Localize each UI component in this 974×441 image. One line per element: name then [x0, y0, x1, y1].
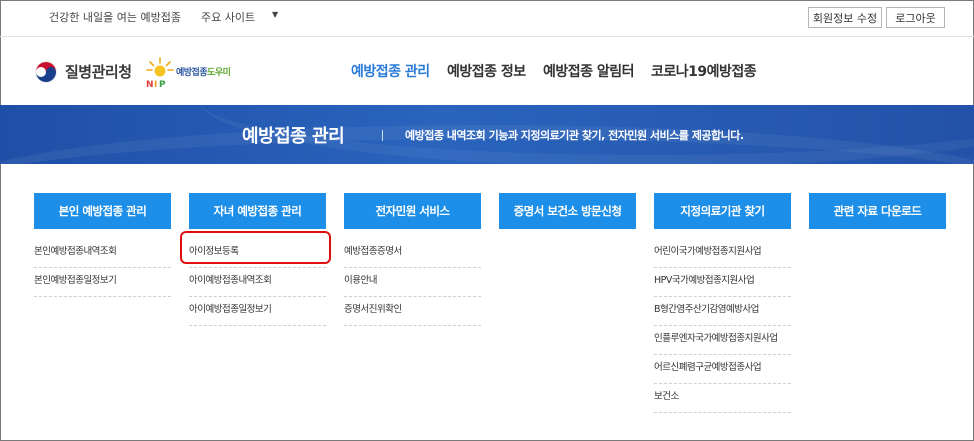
helper-suffix: 도우미: [207, 68, 231, 78]
svg-text:N: N: [146, 80, 154, 89]
menu-column-e-civil-service: 전자민원 서비스 예방접종증명서 이용안내 증명서진위확인: [344, 193, 481, 326]
vaccination-helper-logo-icon[interactable]: N I P: [145, 55, 175, 89]
menu-column-designated-clinics: 지정의료기관 찾기 어린이국가예방접종지원사업 HPV국가예방접종지원사업 B형…: [654, 193, 791, 413]
divider: [172, 11, 173, 24]
caret-down-icon: ▼: [272, 10, 279, 19]
nav-covid19-vaccination[interactable]: 코로나19예방접종: [651, 61, 757, 81]
main-sites-label: 주요 사이트: [201, 11, 256, 24]
menu-item-usage-guide[interactable]: 이용안내: [344, 268, 481, 297]
helper-prefix: 예방접종: [176, 68, 208, 78]
menu-item-hepb-perinatal[interactable]: B형간염주산기감염예방사업: [654, 297, 791, 326]
menu-item-child-schedule[interactable]: 아이예방접종일정보기: [189, 297, 326, 326]
menu-header-e-civil-service[interactable]: 전자민원 서비스: [344, 193, 481, 229]
menu-column-downloads: 관련 자료 다운로드: [809, 193, 946, 229]
menu-list: 아이정보등록 아이예방접종내역조회 아이예방접종일정보기: [189, 239, 326, 326]
nav-vaccination-management[interactable]: 예방접종 관리: [351, 61, 430, 81]
site-header: 질병관리청 N I P 예방접종도우미 예방접종 관리 예방접종 정보 예방접종…: [0, 37, 974, 105]
menu-header-self-vaccination[interactable]: 본인 예방접종 관리: [34, 193, 171, 229]
nav-vaccination-notices[interactable]: 예방접종 알림터: [543, 61, 635, 81]
menu-header-downloads[interactable]: 관련 자료 다운로드: [809, 193, 946, 229]
page-title: 예방접종 관리: [242, 126, 345, 147]
svg-text:P: P: [159, 80, 166, 89]
menu-item-influenza-program[interactable]: 인플루엔자국가예방접종지원사업: [654, 326, 791, 355]
menu-header-child-vaccination[interactable]: 자녀 예방접종 관리: [189, 193, 326, 229]
menu-item-certificate[interactable]: 예방접종증명서: [344, 239, 481, 268]
menu-item-child-history[interactable]: 아이예방접종내역조회: [189, 268, 326, 297]
banner-divider: [382, 130, 383, 141]
menu-header-designated-clinics[interactable]: 지정의료기관 찾기: [654, 193, 791, 229]
vaccination-helper-logo-text[interactable]: 예방접종도우미: [176, 65, 231, 78]
edit-profile-button[interactable]: 회원정보 수정: [808, 7, 882, 28]
page-banner: 예방접종 관리 예방접종 내역조회 기능과 지정의료기관 찾기, 전자민원 서비…: [0, 105, 974, 164]
menu-item-child-register[interactable]: 아이정보등록: [189, 239, 326, 268]
page-description: 예방접종 내역조회 기능과 지정의료기관 찾기, 전자민원 서비스를 제공합니다…: [405, 129, 744, 142]
menu-column-self-vaccination: 본인 예방접종 관리 본인예방접종내역조회 본인예방접종일정보기: [34, 193, 171, 297]
menu-item-senior-pneumococcal[interactable]: 어르신폐렴구균예방접종사업: [654, 355, 791, 384]
kdca-emblem-icon[interactable]: [35, 61, 57, 83]
top-utility-bar: 건강한 내일을 여는 예방접종 주요 사이트 ▼ 회원정보 수정 로그아웃: [0, 0, 974, 37]
menu-item-self-schedule[interactable]: 본인예방접종일정보기: [34, 268, 171, 297]
menu-column-certificate-visit: 증명서 보건소 방문신청: [499, 193, 636, 229]
menu-column-child-vaccination: 자녀 예방접종 관리 아이정보등록 아이예방접종내역조회 아이예방접종일정보기: [189, 193, 326, 326]
logout-button[interactable]: 로그아웃: [886, 7, 945, 28]
nav-vaccination-info[interactable]: 예방접종 정보: [447, 61, 526, 81]
menu-item-hpv-program[interactable]: HPV국가예방접종지원사업: [654, 268, 791, 297]
main-sites-select[interactable]: 주요 사이트 ▼: [201, 9, 281, 25]
kdca-logo-text[interactable]: 질병관리청: [65, 61, 132, 82]
menu-list: 예방접종증명서 이용안내 증명서진위확인: [344, 239, 481, 326]
menu-list: 본인예방접종내역조회 본인예방접종일정보기: [34, 239, 171, 297]
menu-item-health-center[interactable]: 보건소: [654, 384, 791, 413]
menu-item-child-national-program[interactable]: 어린이국가예방접종지원사업: [654, 239, 791, 268]
menu-item-certificate-verify[interactable]: 증명서진위확인: [344, 297, 481, 326]
site-slogan: 건강한 내일을 여는 예방접종: [49, 11, 181, 24]
menu-item-self-history[interactable]: 본인예방접종내역조회: [34, 239, 171, 268]
svg-text:I: I: [154, 80, 157, 89]
menu-header-certificate-visit[interactable]: 증명서 보건소 방문신청: [499, 193, 636, 229]
menu-list: 어린이국가예방접종지원사업 HPV국가예방접종지원사업 B형간염주산기감염예방사…: [654, 239, 791, 413]
